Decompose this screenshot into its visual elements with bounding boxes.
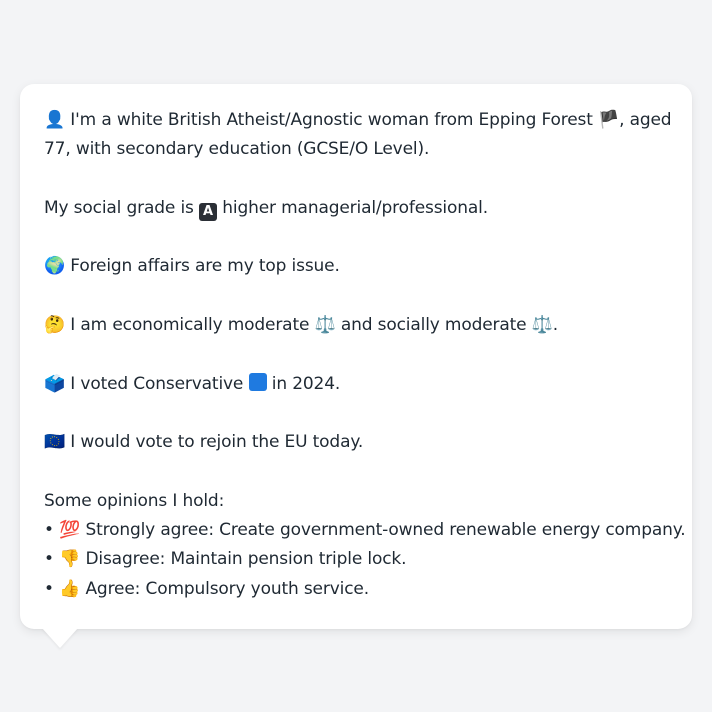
opinion-text: Disagree: Maintain pension triple lock. [85,549,407,570]
bio-line-vote: 🗳️ I voted Conservative in 2024. [44,370,692,399]
england-flag-icon: 🏴 [598,110,620,130]
social-grade-value: higher managerial/professional. [222,197,488,218]
bullet: • [44,578,54,599]
thinking-face-icon: 🤔 [44,315,66,336]
economic-position-text: I am economically moderate [70,315,310,336]
bullet: • [44,520,54,541]
ballot-box-icon: 🗳️ [44,373,66,394]
list-item: • 💯 Strongly agree: Create government-ow… [44,516,692,545]
scales-icon: ⚖️ [531,315,553,336]
persona-card: 👤 I'm a white British Atheist/Agnostic w… [20,84,692,629]
vote-text: I voted Conservative [70,373,244,394]
list-item: • 👎 Disagree: Maintain pension triple lo… [44,545,692,574]
vote-year-text: in 2024. [271,373,341,394]
social-grade-label: My social grade is [44,197,194,218]
person-icon: 👤 [44,110,66,130]
bio-line-identity: 👤 I'm a white British Atheist/Agnostic w… [44,106,692,135]
bio-line-social-grade: My social grade is A higher managerial/p… [44,194,692,223]
speech-bubble-tail [42,628,78,648]
opinion-text: Strongly agree: Create government-owned … [85,520,686,541]
globe-icon: 🌍 [44,256,66,277]
period-text: . [552,315,559,336]
social-position-text: and socially moderate [340,315,527,336]
hundred-points-icon: 💯 [59,520,81,541]
bio-line-top-issue: 🌍 Foreign affairs are my top issue. [44,252,692,281]
thumbs-up-icon: 👍 [59,578,81,599]
blue-square-icon [248,372,267,391]
bullet: • [44,549,54,570]
identity-age-text: , aged [619,110,672,130]
eu-text: I would vote to rejoin the EU today. [70,432,364,453]
scales-icon: ⚖️ [314,315,336,336]
top-issue-text: Foreign affairs are my top issue. [70,256,340,277]
thumbs-down-icon: 👎 [59,549,81,570]
identity-text: I'm a white British Atheist/Agnostic wom… [70,110,593,130]
opinion-text: Agree: Compulsory youth service. [85,578,369,599]
list-item: • 👍 Agree: Compulsory youth service. [44,575,692,604]
bio-line-economics: 🤔 I am economically moderate ⚖️ and soci… [44,311,692,340]
bio-line-eu: 🇪🇺 I would vote to rejoin the EU today. [44,428,692,457]
grade-a-icon: A [199,202,218,221]
eu-flag-icon: 🇪🇺 [44,432,66,453]
bio-line-education: 77, with secondary education (GCSE/O Lev… [44,139,430,160]
opinions-heading: Some opinions I hold: [44,490,225,511]
